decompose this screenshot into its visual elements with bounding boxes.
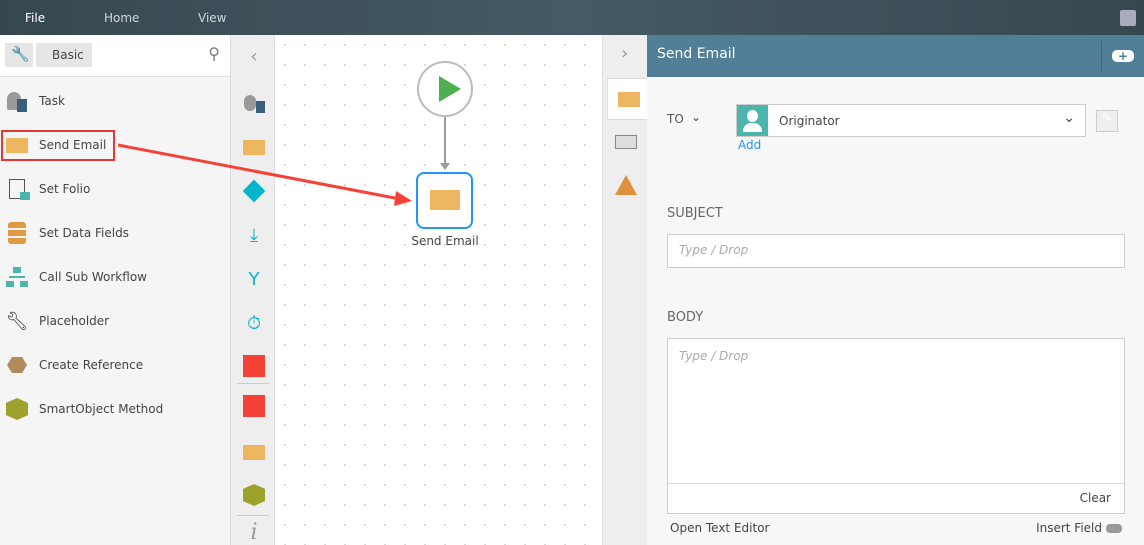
open-text-editor-link[interactable]: Open Text Editor	[670, 521, 769, 535]
tab-email[interactable]	[607, 78, 648, 120]
subject-label: SUBJECT	[667, 206, 723, 221]
to-label: TO	[667, 112, 684, 126]
property-panel: Send Email + TO ⌄ Originator ⌄ ✎ Add SUB…	[647, 35, 1144, 545]
recipient-select[interactable]: Originator ⌄	[736, 104, 1086, 137]
clear-button[interactable]: Clear	[1080, 491, 1111, 505]
property-tabs: ›	[602, 35, 648, 545]
insert-field-icon[interactable]	[1106, 524, 1122, 533]
panel-title: Send Email	[657, 46, 736, 62]
subject-input[interactable]: Type / Drop	[667, 234, 1125, 268]
panel-header: Send Email +	[647, 35, 1144, 77]
email-icon	[618, 92, 640, 107]
chevron-down-icon: ⌄	[1063, 110, 1075, 126]
insert-field-link[interactable]: Insert Field	[1036, 521, 1102, 535]
add-icon[interactable]: +	[1112, 50, 1134, 62]
collapse-right-icon[interactable]: ›	[621, 43, 628, 64]
to-chevron-icon[interactable]: ⌄	[691, 110, 701, 124]
warning-icon[interactable]	[615, 175, 637, 195]
edit-icon[interactable]: ✎	[1096, 110, 1118, 132]
user-icon	[737, 105, 768, 136]
add-link[interactable]: Add	[738, 138, 761, 152]
body-label: BODY	[667, 310, 704, 325]
text-field-icon[interactable]	[615, 135, 637, 149]
body-input[interactable]: Type / Drop Clear	[667, 338, 1125, 514]
